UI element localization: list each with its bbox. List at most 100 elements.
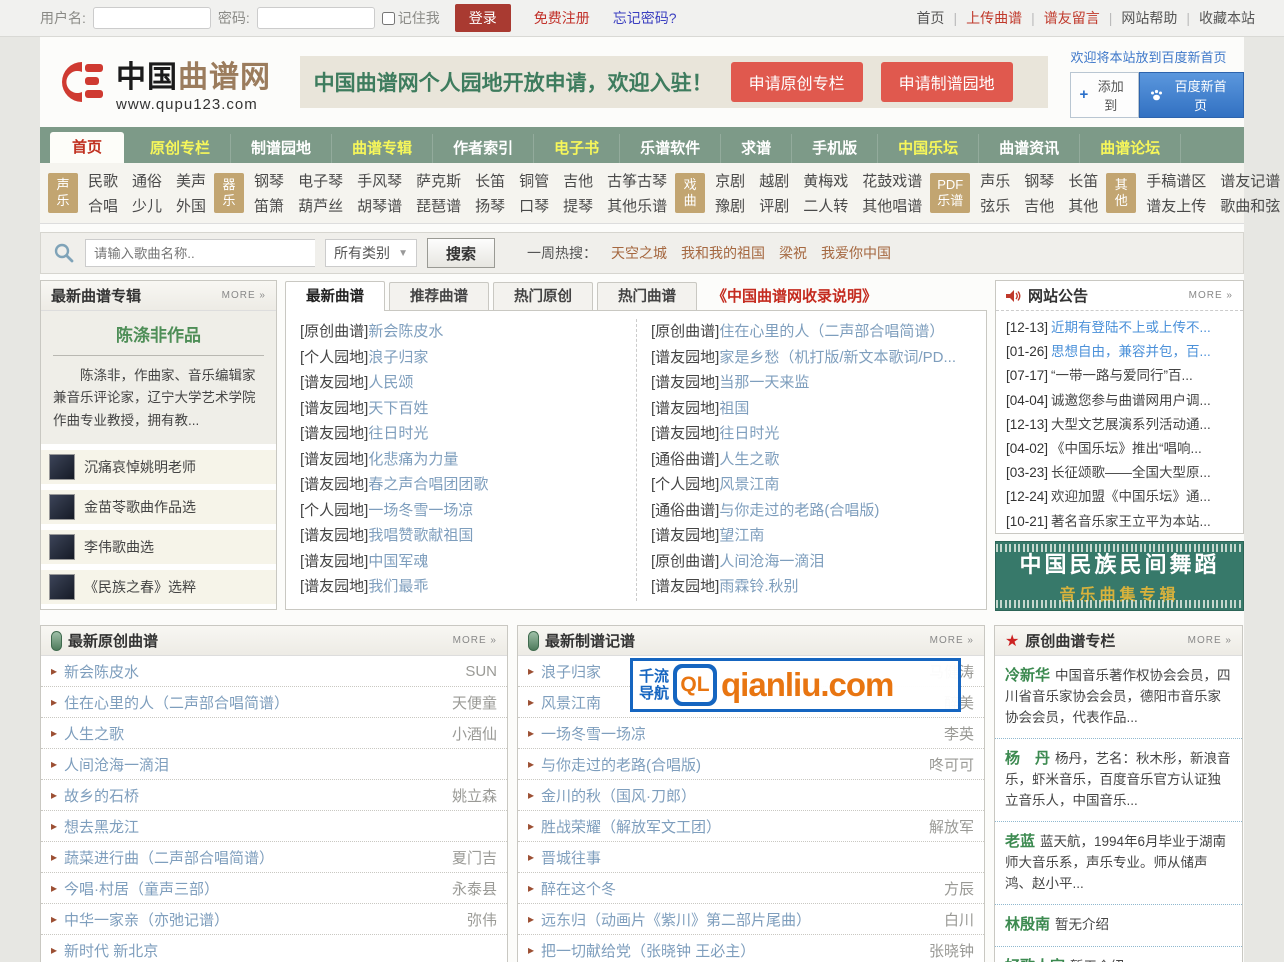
nav-item[interactable]: 原创专栏 — [130, 134, 231, 163]
song-link[interactable]: 当那一天来监 — [719, 374, 809, 391]
category-link[interactable]: 越剧 — [759, 170, 789, 191]
category-link[interactable]: 口琴 — [519, 195, 549, 216]
song-link[interactable]: 春之声合唱团团歌 — [368, 476, 488, 493]
category-badge[interactable]: 声 乐 — [48, 173, 78, 213]
song-row[interactable]: [通俗曲谱]与你走过的老路(合唱版) — [651, 498, 972, 524]
announcement-row[interactable]: [10-21]著名音乐家王立平为本站... — [1006, 510, 1233, 534]
dance-music-album-banner[interactable]: 中国民族民间舞蹈 音乐曲集专辑 — [995, 541, 1244, 611]
category-link[interactable]: 谱友上传 — [1146, 195, 1206, 216]
hot-search-link[interactable]: 我和我的祖国 — [681, 243, 765, 263]
category-link[interactable]: 谱友记谱 — [1220, 170, 1280, 191]
song-link[interactable]: 与你走过的老路(合唱版) — [541, 754, 921, 775]
category-link[interactable]: 美声 — [176, 170, 206, 191]
nav-item[interactable]: 首页 — [50, 132, 124, 163]
category-select[interactable]: 所有类别 ▼ — [325, 239, 417, 267]
song-row[interactable]: [谱友园地]我们最乖 — [300, 574, 622, 600]
song-row[interactable]: 胜战荣耀（解放军文工团） 解放军 — [518, 811, 984, 842]
author-name[interactable]: 好歌人家 — [1005, 958, 1065, 962]
song-link[interactable]: 我们最乖 — [368, 578, 428, 595]
category-link[interactable]: 二人转 — [803, 195, 848, 216]
category-link[interactable]: 笛箫 — [254, 195, 284, 216]
announcement-row[interactable]: [07-17]“一带一路与爱同行”百... — [1006, 364, 1233, 388]
category-link[interactable]: 花鼓戏谱 — [862, 170, 922, 191]
song-row[interactable]: [通俗曲谱]人生之歌 — [651, 447, 972, 473]
announcement-row[interactable]: [04-04]诚邀您参与曲谱网用户调... — [1006, 389, 1233, 413]
site-logo[interactable]: 中国 曲谱网 www.qupu123.com — [52, 52, 300, 113]
song-link[interactable]: 故乡的石桥 — [64, 785, 444, 806]
baidu-home-button[interactable]: 百度新首页 — [1139, 72, 1244, 118]
category-link[interactable]: 萨克斯 — [416, 170, 461, 191]
category-link[interactable]: 钢琴 — [254, 170, 284, 191]
song-row[interactable]: 金川的秋（国风·刀郎） — [518, 780, 984, 811]
category-link[interactable]: 葫芦丝 — [298, 195, 343, 216]
announcement-link[interactable]: 思想自由，兼容并包，百... — [1051, 344, 1211, 359]
category-link[interactable]: 黄梅戏 — [803, 170, 848, 191]
song-row[interactable]: [谱友园地]人民颂 — [300, 370, 622, 396]
nav-item[interactable]: 求谱 — [721, 134, 792, 163]
category-link[interactable]: 长笛 — [475, 170, 505, 191]
song-row[interactable]: 人间沧海一滴泪 — [41, 749, 507, 780]
song-link[interactable]: 中国军魂 — [368, 553, 428, 570]
announcement-link[interactable]: 《中国乐坛》推出“唱响... — [1051, 441, 1202, 456]
song-row[interactable]: 住在心里的人（二声部合唱简谱） 天便童 — [41, 687, 507, 718]
song-link[interactable]: 风景江南 — [719, 476, 779, 493]
song-row[interactable]: [谱友园地]中国军魂 — [300, 549, 622, 575]
song-link[interactable]: 家是乡愁（机打版/新文本歌词/PD... — [719, 349, 956, 366]
song-row[interactable]: 晋城往事 — [518, 842, 984, 873]
song-link[interactable]: 祖国 — [719, 400, 749, 417]
song-link[interactable]: 远东归（动画片《紫川》第二部片尾曲） — [541, 909, 936, 930]
announcement-row[interactable]: [04-02]《中国乐坛》推出“唱响... — [1006, 437, 1233, 461]
apply-notation-garden-button[interactable]: 申请制谱园地 — [881, 62, 1013, 102]
song-row[interactable]: 故乡的石桥 姚立森 — [41, 780, 507, 811]
song-link[interactable]: 人生之歌 — [64, 723, 444, 744]
announcement-row[interactable]: [01-26]思想自由，兼容并包，百... — [1006, 340, 1233, 364]
song-link[interactable]: 雨霖铃.秋别 — [719, 578, 798, 595]
author-name[interactable]: 老蓝 — [1005, 833, 1035, 850]
category-link[interactable]: 通俗 — [132, 170, 162, 191]
song-row[interactable]: [谱友园地]天下百姓 — [300, 396, 622, 422]
announcement-row[interactable]: [12-24]欢迎加盟《中国乐坛》通... — [1006, 485, 1233, 509]
author-entry[interactable]: 老蓝蓝天航，1994年6月毕业于湖南师大音乐系，声乐专业。师从储声鸿、赵小平..… — [995, 822, 1242, 905]
nav-item[interactable]: 曲谱专辑 — [332, 134, 433, 163]
search-button[interactable]: 搜索 — [427, 238, 495, 268]
song-link[interactable]: 新会陈皮水 — [64, 661, 457, 682]
announcement-row[interactable]: [03-23]长征颂歌——全国大型原... — [1006, 461, 1233, 485]
song-link[interactable]: 金川的秋（国风·刀郎） — [541, 785, 966, 806]
song-row[interactable]: 新时代 新北京 — [41, 935, 507, 962]
album-list-item[interactable]: 金苗苓歌曲作品选 — [41, 490, 276, 524]
song-row[interactable]: [原创曲谱]新会陈皮水 — [300, 319, 622, 345]
category-link[interactable]: 评剧 — [759, 195, 789, 216]
username-input[interactable] — [93, 7, 211, 29]
song-link[interactable]: 一场冬雪一场凉 — [368, 502, 473, 519]
song-row[interactable]: [谱友园地]家是乡愁（机打版/新文本歌词/PD... — [651, 345, 972, 371]
song-link[interactable]: 我唱赞歌献祖国 — [368, 527, 473, 544]
inclusion-notice-link[interactable]: 《中国曲谱网收录说明》 — [712, 285, 877, 306]
song-link[interactable]: 醉在这个冬 — [541, 878, 936, 899]
song-link[interactable]: 今唱·村居（童声三部） — [64, 878, 444, 899]
song-link[interactable]: 住在心里的人（二声部合唱简谱） — [719, 323, 944, 340]
song-row[interactable]: [谱友园地]往日时光 — [300, 421, 622, 447]
song-link[interactable]: 住在心里的人（二声部合唱简谱） — [64, 692, 444, 713]
announcement-link[interactable]: 著名音乐家王立平为本站... — [1051, 514, 1211, 529]
song-link[interactable]: 人生之歌 — [719, 451, 779, 468]
announcement-link[interactable]: 诚邀您参与曲谱网用户调... — [1051, 393, 1211, 408]
more-link[interactable]: MORE » — [1188, 635, 1232, 646]
announcement-link[interactable]: 近期有登陆不上或上传不... — [1051, 320, 1211, 335]
song-row[interactable]: 人生之歌 小酒仙 — [41, 718, 507, 749]
category-link[interactable]: 长笛 — [1068, 170, 1098, 191]
song-row[interactable]: [谱友园地]我唱赞歌献祖国 — [300, 523, 622, 549]
top-link[interactable]: 首页 — [907, 8, 953, 28]
song-link[interactable]: 人民颂 — [368, 374, 413, 391]
song-link[interactable]: 化悲痛为力量 — [368, 451, 458, 468]
apply-original-column-button[interactable]: 申请原创专栏 — [731, 62, 863, 102]
song-row[interactable]: [谱友园地]雨霖铃.秋别 — [651, 574, 972, 600]
album-list-item[interactable]: 《民族之春》选粹 — [41, 570, 276, 604]
category-link[interactable]: 吉他 — [563, 170, 593, 191]
category-link[interactable]: 扬琴 — [475, 195, 505, 216]
song-link[interactable]: 望江南 — [719, 527, 764, 544]
announcement-link[interactable]: “一带一路与爱同行”百... — [1051, 368, 1193, 383]
song-row[interactable]: 今唱·村居（童声三部） 永泰县 — [41, 873, 507, 904]
song-row[interactable]: 想去黑龙江 — [41, 811, 507, 842]
category-link[interactable]: 民歌 — [88, 170, 118, 191]
nav-item[interactable]: 乐谱软件 — [620, 134, 721, 163]
